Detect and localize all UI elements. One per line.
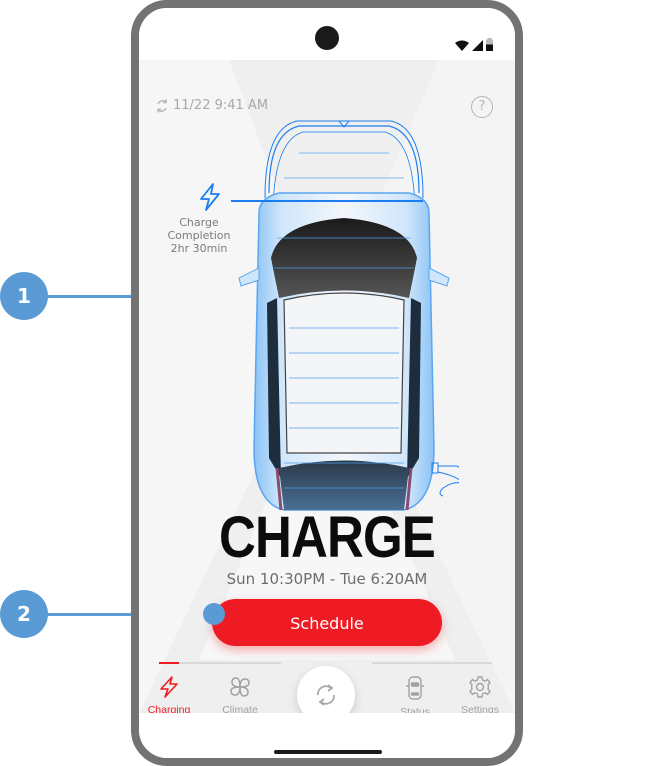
tab-label: Status <box>400 706 430 713</box>
home-indicator[interactable] <box>274 750 382 754</box>
charge-level-line <box>231 200 423 202</box>
battery-icon <box>486 38 493 51</box>
charge-completion: Charge Completion 2hr 30min <box>159 216 239 255</box>
charge-completion-line1: Charge <box>179 216 219 229</box>
status-bar <box>139 8 515 60</box>
bottom-tab-bar: Charging Climate Status Settings <box>139 655 515 713</box>
lightning-bolt-icon <box>160 676 178 698</box>
charge-completion-time: 2hr 30min <box>170 242 228 255</box>
cellular-signal-icon <box>472 40 483 51</box>
callout-2-badge: 2 <box>0 590 48 638</box>
active-tab-indicator <box>159 662 179 664</box>
gear-icon <box>469 676 491 698</box>
status-icons <box>455 38 493 51</box>
last-updated-text: 11/22 9:41 AM <box>173 98 269 113</box>
tab-settings[interactable]: Settings <box>450 675 510 713</box>
sync-icon <box>157 99 167 112</box>
callout-1-badge: 1 <box>0 272 48 320</box>
refresh-button[interactable] <box>297 666 355 713</box>
fan-icon <box>230 677 250 697</box>
schedule-button[interactable]: Schedule <box>212 599 442 646</box>
tab-label: Climate <box>222 704 258 713</box>
tab-label: Settings <box>461 704 499 713</box>
wifi-icon <box>455 40 469 51</box>
charging-screen: 11/22 9:41 AM ? Charge Completion 2hr 30… <box>139 60 515 713</box>
page-title: CHARGE <box>219 505 436 570</box>
phone-frame: 11/22 9:41 AM ? Charge Completion 2hr 30… <box>131 0 523 766</box>
callout-2-dot <box>203 603 225 625</box>
car-illustration <box>238 120 459 511</box>
tab-indicator-track-left <box>159 662 281 664</box>
tab-label: Charging <box>147 704 191 713</box>
tab-charging[interactable]: Charging <box>139 675 199 713</box>
last-updated[interactable]: 11/22 9:41 AM <box>155 98 268 113</box>
car-top-icon <box>406 676 424 700</box>
tab-status[interactable]: Status <box>385 675 445 713</box>
front-camera <box>315 26 339 50</box>
charge-completion-line2: Completion <box>167 229 231 242</box>
schedule-time-range: Sun 10:30PM - Tue 6:20AM <box>226 570 428 588</box>
tab-indicator-track-right <box>372 662 492 664</box>
help-button[interactable]: ? <box>471 96 493 118</box>
tab-climate[interactable]: Climate <box>210 675 270 713</box>
gesture-bar-area <box>139 713 515 758</box>
lightning-bolt-icon <box>200 183 220 211</box>
refresh-icon <box>317 684 335 706</box>
